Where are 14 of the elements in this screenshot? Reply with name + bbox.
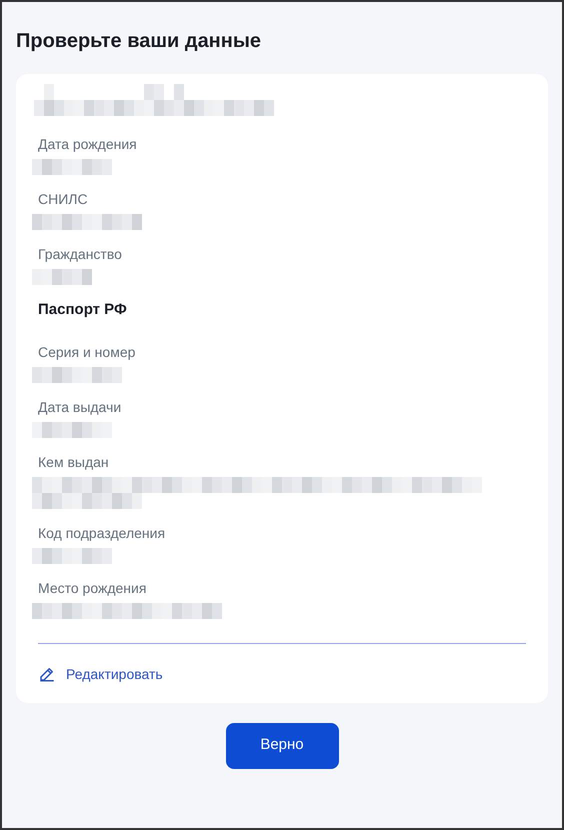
field-label: Серия и номер — [38, 342, 136, 362]
edit-link[interactable]: Редактировать — [38, 664, 526, 684]
field-label: Дата выдачи — [38, 398, 122, 417]
field-label: Гражданство — [38, 245, 123, 264]
field-label: Кем выдан — [38, 452, 110, 472]
field-label: Дата рождения — [38, 135, 138, 154]
redacted-value — [32, 269, 92, 285]
field-label: СНИЛС — [38, 190, 89, 209]
field-label: Место рождения — [38, 578, 148, 598]
confirm-button[interactable]: Верно — [226, 722, 338, 768]
pencil-icon — [38, 665, 56, 683]
field-label: Код подразделения — [38, 524, 166, 543]
page-title: Проверьте ваши данные — [15, 29, 262, 54]
section-heading: Паспорт РФ — [38, 300, 128, 320]
